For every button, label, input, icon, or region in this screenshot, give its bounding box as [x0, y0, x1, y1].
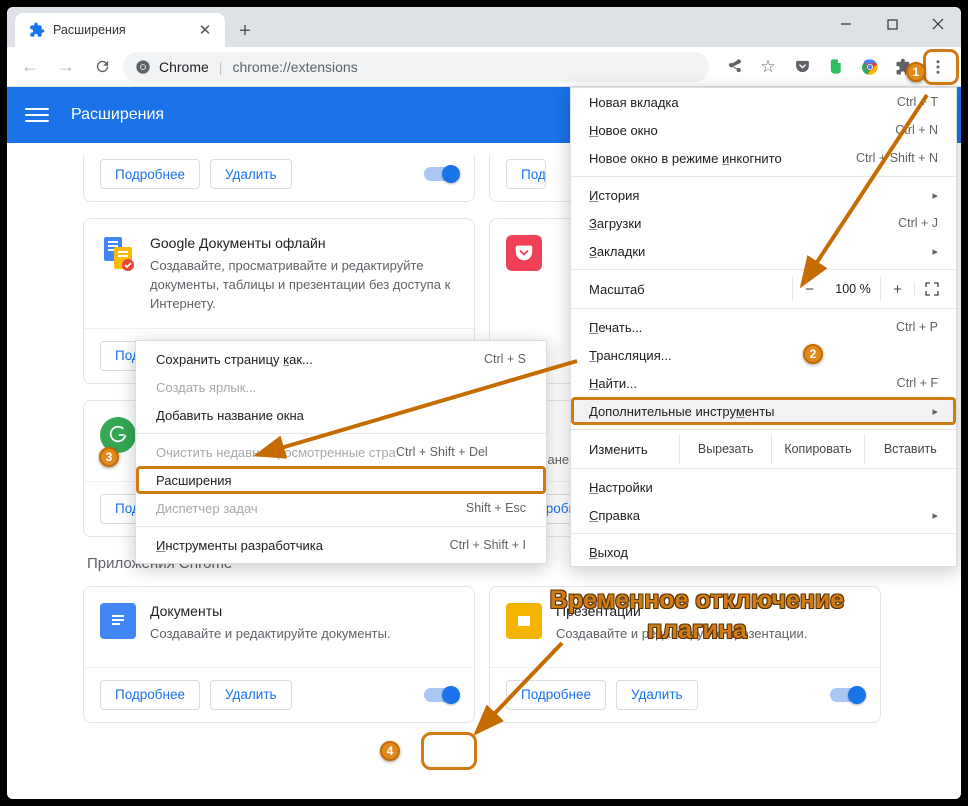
address-site: Chrome: [159, 59, 209, 75]
card-title: Google Документы офлайн: [150, 235, 458, 251]
submenu-extensions[interactable]: Расширения: [136, 466, 546, 494]
address-path: chrome://extensions: [232, 59, 357, 75]
nav-back-button[interactable]: ←: [15, 52, 45, 82]
toolbar: ← → Chrome | chrome://extensions ☆: [7, 47, 961, 87]
menu-bookmarks[interactable]: Закладки: [571, 237, 956, 265]
menu-new-window[interactable]: Новое окноCtrl + N: [571, 116, 956, 144]
pocket-icon: [506, 235, 542, 271]
zoom-out-button[interactable]: −: [792, 277, 826, 301]
fullscreen-button[interactable]: [914, 282, 948, 296]
menu-cast[interactable]: Трансляция...: [571, 341, 956, 369]
annotation-bubble-4: 4: [380, 741, 400, 761]
submenu-save-page[interactable]: Сохранить страницу как...Ctrl + S: [136, 345, 546, 373]
new-tab-button[interactable]: +: [231, 17, 259, 45]
card-title: Документы: [150, 603, 391, 619]
details-button[interactable]: Подробнее: [100, 159, 200, 189]
chrome-product-icon: [135, 59, 151, 75]
more-tools-submenu: Сохранить страницу как...Ctrl + S Создат…: [135, 340, 547, 564]
nav-forward-button[interactable]: →: [51, 52, 81, 82]
menu-cut[interactable]: Вырезать: [679, 434, 771, 464]
extension-toggle[interactable]: [830, 688, 864, 702]
zoom-in-button[interactable]: +: [880, 277, 914, 301]
menu-find[interactable]: Найти...Ctrl + F: [571, 369, 956, 397]
pocket-icon[interactable]: [787, 52, 817, 82]
share-icon[interactable]: [719, 52, 749, 82]
details-button[interactable]: Под: [100, 341, 140, 371]
menu-help[interactable]: Справка: [571, 501, 956, 529]
browser-tab[interactable]: Расширения ✕: [15, 13, 225, 47]
docs-icon: [100, 603, 136, 639]
menu-settings[interactable]: Настройки: [571, 473, 956, 501]
annotation-bubble-2: 2: [803, 344, 823, 364]
address-bar[interactable]: Chrome | chrome://extensions: [123, 52, 709, 82]
evernote-icon[interactable]: [821, 52, 851, 82]
kebab-menu-button[interactable]: [923, 52, 953, 82]
window-close-button[interactable]: [915, 7, 961, 41]
extension-toggle[interactable]: [424, 167, 458, 181]
submenu-create-shortcut: Создать ярлык...: [136, 373, 546, 401]
menu-print[interactable]: Печать...Ctrl + P: [571, 313, 956, 341]
menu-history[interactable]: История: [571, 181, 956, 209]
menu-zoom: Масштаб − 100 % +: [571, 274, 956, 304]
tab-bar: Расширения ✕ +: [7, 7, 961, 47]
annotation-text: Временное отключениеплагина: [517, 585, 877, 645]
chrome-window: Расширения ✕ + ← → Chrome | chrome://ext…: [7, 7, 961, 799]
nav-reload-button[interactable]: [87, 52, 117, 82]
card-desc: Создавайте и редактируйте документы.: [150, 625, 391, 644]
window-minimize-button[interactable]: [823, 7, 869, 41]
remove-button[interactable]: Удалить: [210, 680, 292, 710]
menu-paste[interactable]: Вставить: [864, 434, 956, 464]
menu-new-tab[interactable]: Новая вкладкаCtrl + T: [571, 88, 956, 116]
menu-more-tools[interactable]: Дополнительные инструменты: [571, 397, 956, 425]
window-controls: [823, 7, 961, 47]
window-maximize-button[interactable]: [869, 7, 915, 41]
extension-icon: [29, 22, 45, 38]
remove-button[interactable]: Удалить: [616, 680, 698, 710]
chrome-toolbar-icon[interactable]: [855, 52, 885, 82]
hamburger-menu-icon[interactable]: [25, 103, 49, 127]
annotation-bubble-3: 3: [99, 447, 119, 467]
submenu-clear-browsing[interactable]: Очистить недавно просмотренные страницах…: [136, 438, 546, 466]
app-bar-title: Расширения: [71, 106, 164, 124]
submenu-dev-tools[interactable]: Инструменты разработчикаCtrl + Shift + I: [136, 531, 546, 559]
details-button[interactable]: Подробнее: [100, 680, 200, 710]
details-button[interactable]: Под: [506, 159, 546, 189]
menu-exit[interactable]: Выход: [571, 538, 956, 566]
menu-edit-row: Изменить Вырезать Копировать Вставить: [571, 434, 956, 464]
tab-title: Расширения: [53, 23, 126, 37]
remove-button[interactable]: Удалить: [210, 159, 292, 189]
extension-toggle[interactable]: [424, 688, 458, 702]
details-button[interactable]: Подробнее: [506, 680, 606, 710]
annotation-bubble-1: 1: [906, 62, 926, 82]
bookmark-star-icon[interactable]: ☆: [753, 52, 783, 82]
app-card-docs: Документы Создавайте и редактируйте доку…: [83, 586, 475, 723]
chrome-main-menu: Новая вкладкаCtrl + T Новое окноCtrl + N…: [570, 87, 957, 567]
menu-copy[interactable]: Копировать: [771, 434, 863, 464]
tab-close-button[interactable]: ✕: [197, 22, 213, 38]
gdocs-icon: [100, 235, 136, 271]
menu-incognito[interactable]: Новое окно в режиме инкогнитоCtrl + Shif…: [571, 144, 956, 172]
submenu-task-manager[interactable]: Диспетчер задачShift + Esc: [136, 494, 546, 522]
menu-downloads[interactable]: ЗагрузкиCtrl + J: [571, 209, 956, 237]
zoom-percent: 100 %: [826, 282, 880, 296]
submenu-name-window[interactable]: Добавить название окна: [136, 401, 546, 429]
card-desc: Создавайте, просматривайте и редактируйт…: [150, 257, 458, 314]
